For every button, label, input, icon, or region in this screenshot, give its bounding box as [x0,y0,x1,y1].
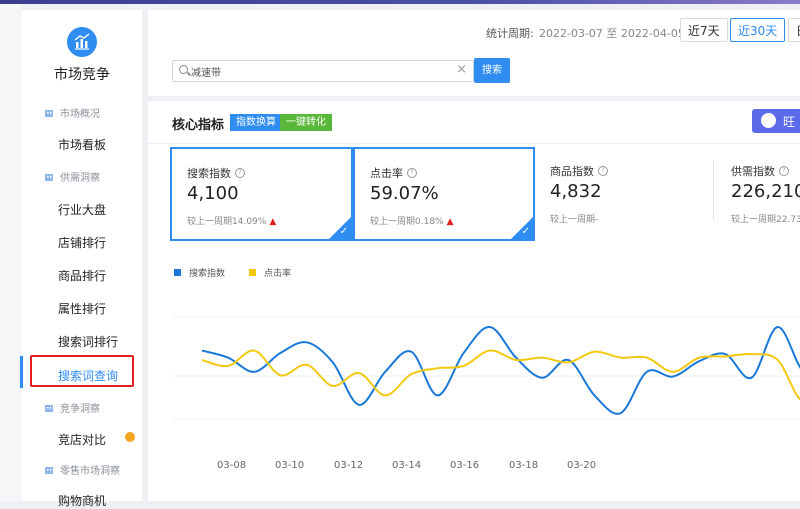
legend-click-rate[interactable]: 点击率 [249,266,291,279]
clear-icon[interactable]: × [456,62,467,77]
help-icon[interactable]: ? [598,166,608,176]
app-title: 市场竞争 [54,67,110,83]
card-separator [713,161,714,221]
range-day-button[interactable]: 日 [788,18,800,42]
building-icon [45,173,53,181]
nav-group-supply-demand: 供需洞察 [44,169,100,184]
metric-title: 供需指数? [731,163,789,179]
range-30-days-button[interactable]: 近30天 [730,18,786,42]
metric-compare-text: 较上一周期14.09% [187,217,267,227]
search-value: 减速带 [191,68,221,79]
range-7-days-button[interactable]: 近7天 [680,18,728,42]
x-tick-label: 03-14 [392,460,422,471]
nav-group-label: 供需洞察 [60,173,100,184]
x-tick-label: 03-18 [509,460,539,471]
nav-item-industry-overview[interactable]: 行业大盘 [58,201,106,218]
top-banner-strip [0,0,800,4]
metric-title: 搜索指数? [187,165,245,181]
x-tick-label: 03-08 [217,460,247,471]
nav-item-competitor-compare[interactable]: 竞店对比 [58,431,106,448]
metric-value: 226,210 [731,181,800,202]
nav-item-market-board[interactable]: 市场看板 [58,136,106,153]
search-icon [179,65,188,74]
nav-item-product-ranking[interactable]: 商品排行 [58,267,106,284]
wangwang-button[interactable]: 旺 [752,109,800,133]
nav-group-market-overview: 市场概况 [44,105,100,120]
arrow-up-icon: ▲ [269,217,277,227]
metric-compare-text: 较上一周期0.18% [370,217,444,227]
building-icon [45,466,53,474]
metric-value: 59.07% [370,183,439,204]
x-tick-label: 03-12 [334,460,364,471]
metric-compare: 较上一周期14.09% ▲ [187,214,276,227]
x-tick-label: 03-20 [567,460,597,471]
help-icon[interactable]: ? [407,168,417,178]
legend-search-index[interactable]: 搜索指数 [174,266,225,279]
metric-card-supply-demand[interactable]: 供需指数? 226,210 较上一周期22.73 [716,147,800,241]
legend-label: 点击率 [264,269,292,279]
nav-item-search-term-ranking[interactable]: 搜索词排行 [58,333,118,350]
legend-swatch [174,269,181,276]
market-chart-icon [67,27,97,57]
arrow-up-icon: ▲ [446,217,454,227]
metric-compare: 较上一周期22.73 [731,215,800,225]
metric-title-text: 供需指数 [731,165,775,178]
nav-item-attribute-ranking[interactable]: 属性排行 [58,300,106,317]
legend-swatch [249,269,256,276]
help-icon[interactable]: ? [779,166,789,176]
metric-compare: 较上一周期0.18% ▲ [370,214,454,227]
period-label: 统计周期: [486,27,534,40]
metric-title: 点击率? [370,165,417,181]
metric-title: 商品指数? [550,163,608,179]
wang-label: 旺 [783,115,796,129]
nav-group-label: 零售市场洞察 [60,466,120,477]
trend-line-chart [172,316,800,420]
check-icon: ✓ [339,226,348,237]
x-tick-label: 03-16 [450,460,480,471]
search-button[interactable]: 搜索 [474,58,510,83]
bar-chart-icon [74,33,90,50]
metric-title-text: 点击率 [370,167,403,180]
metric-compare: 较上一周期- [550,215,599,225]
section-title: 核心指标 [172,118,225,133]
nav-group-label: 市场概况 [60,109,100,120]
metric-value: 4,100 [187,183,239,204]
building-icon [45,404,53,412]
x-tick-label: 03-10 [275,460,305,471]
active-nav-indicator [20,356,23,388]
core-metrics-panel: 核心指标 指数换算 一键转化 旺 搜索指数? 4,100 较上一周期14.09%… [148,101,800,501]
metric-title-text: 商品指数 [550,165,594,178]
nav-group-competition: 竞争洞察 [44,400,100,415]
building-icon [45,109,53,117]
index-convert-button[interactable]: 指数换算 [230,114,282,131]
active-nav-highlight-box [30,355,134,387]
nav-item-shop-ranking[interactable]: 店铺排行 [58,234,106,251]
check-icon: ✓ [521,226,530,237]
metric-card-product-index[interactable]: 商品指数? 4,832 较上一周期- [535,147,713,241]
notification-dot [125,432,135,442]
nav-group-label: 竞争洞察 [60,404,100,415]
help-icon[interactable]: ? [235,168,245,178]
metric-title-text: 搜索指数 [187,167,231,180]
divider [148,143,800,144]
sidebar-edge [0,4,22,501]
mascot-icon [761,113,776,128]
nav-group-retail-market: 零售市场洞察 [44,462,120,477]
one-click-convert-button[interactable]: 一键转化 [280,114,332,131]
metric-card-search-index[interactable]: 搜索指数? 4,100 较上一周期14.09% ▲ ✓ [170,147,353,241]
sidebar: 市场竞争 市场概况 市场看板 供需洞察 行业大盘 店铺排行 商品排行 属性排行 … [22,10,142,508]
period-range: 2022-03-07 至 2022-04-05 [539,27,685,40]
legend-label: 搜索指数 [189,269,226,279]
metric-card-click-rate[interactable]: 点击率? 59.07% 较上一周期0.18% ▲ ✓ [353,147,535,241]
metric-value: 4,832 [550,181,602,202]
header: 统计周期: 2022-03-07 至 2022-04-05 近7天 近30天 日… [148,10,800,96]
search-input[interactable]: 减速带 × [172,60,474,82]
